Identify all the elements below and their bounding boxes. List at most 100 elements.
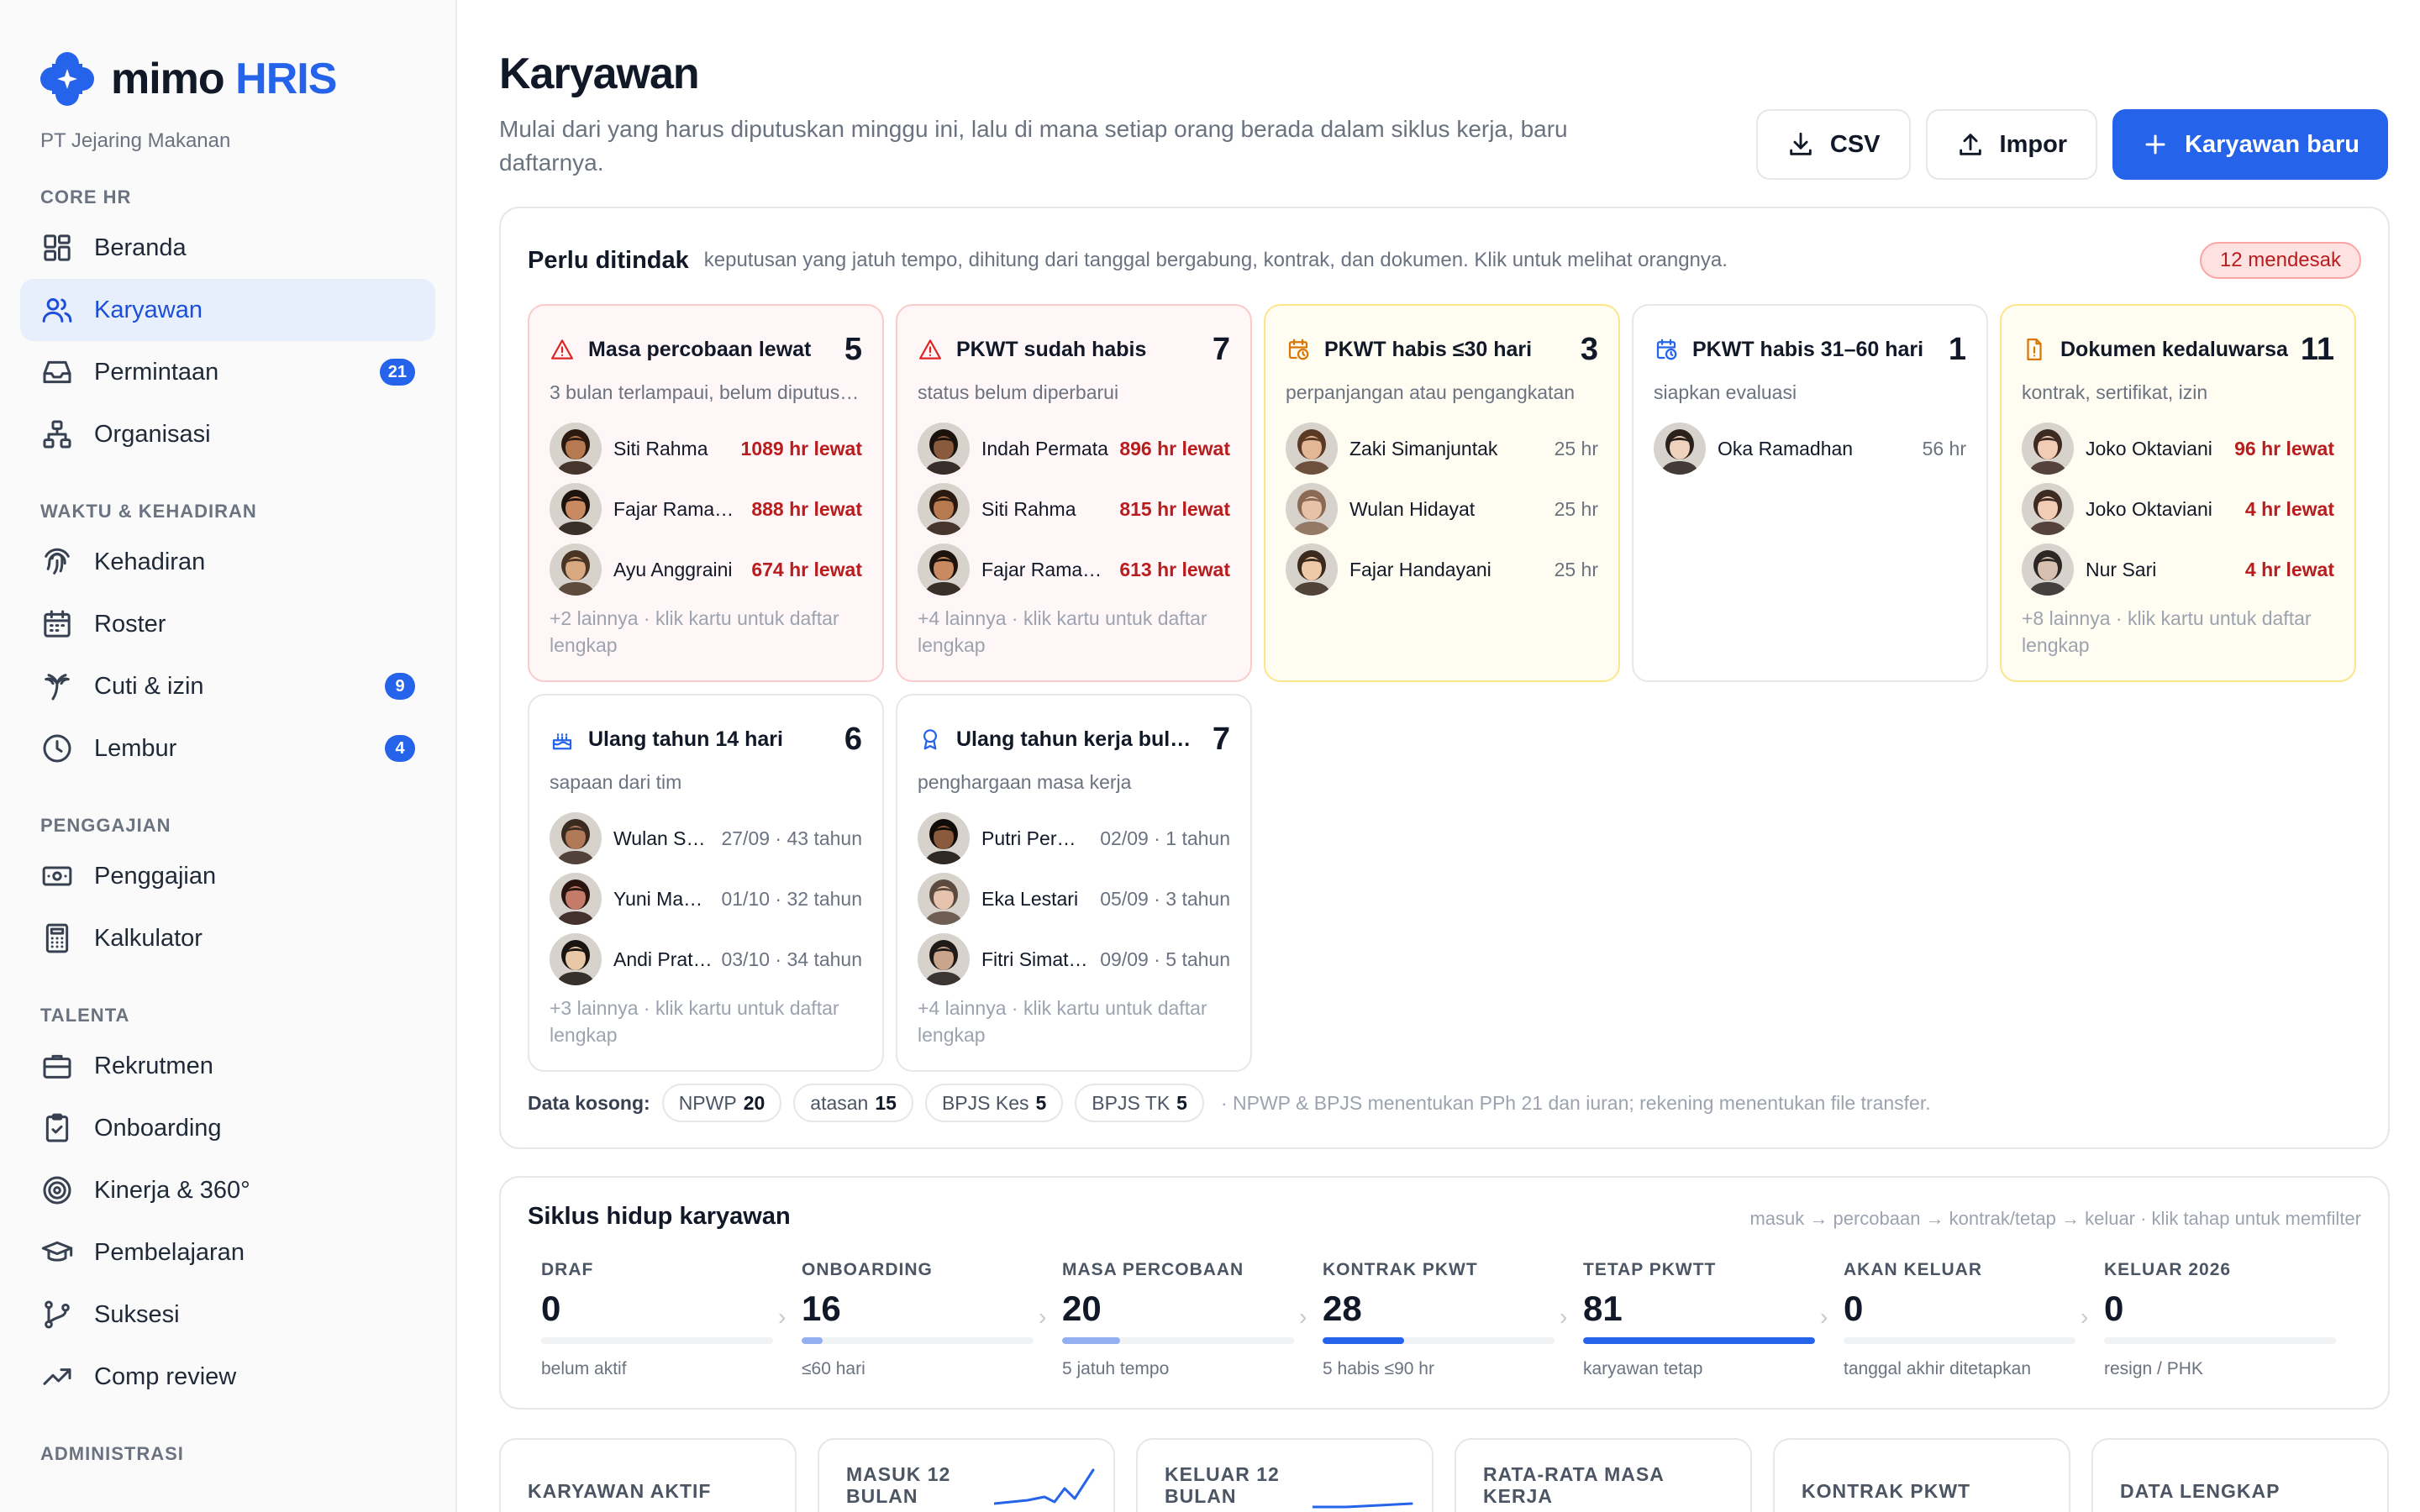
missing-data-chip[interactable]: atasan 15 (793, 1084, 913, 1122)
person-row[interactable]: Siti Rahma 815 hr lewat (918, 479, 1230, 539)
person-row[interactable]: Zaki Simanjuntak 25 hr (1286, 418, 1598, 479)
missing-data-chip[interactable]: BPJS Kes 5 (924, 1084, 1064, 1122)
person-row[interactable]: Nur Sari 4 hr lewat (2022, 539, 2334, 600)
sidebar-item-onboarding[interactable]: Onboarding (20, 1097, 435, 1159)
person-row[interactable]: Andi Pratama 03/10 · 34 tahun (550, 929, 862, 990)
person-row[interactable]: Putri Permata 02/09 · 1 tahun (918, 808, 1230, 869)
award-icon (918, 727, 943, 752)
sidebar-section-title: TALENTA (40, 1005, 130, 1026)
kpi-card[interactable]: KARYAWAN AKTIF (499, 1438, 797, 1512)
missing-data-chip[interactable]: BPJS TK 5 (1075, 1084, 1204, 1122)
person-list: Wulan Setiawan 27/09 · 43 tahun Yuni Mah… (550, 808, 862, 990)
sidebar-item-beranda[interactable]: Beranda (20, 217, 435, 279)
sidebar-item-kalkulator[interactable]: Kalkulator (20, 907, 435, 969)
person-row[interactable]: Indah Permata 896 hr lewat (918, 418, 1230, 479)
action-card[interactable]: Masa percobaan lewat 5 3 bulan terlampau… (528, 304, 884, 682)
action-card[interactable]: PKWT habis 31–60 hari 1 siapkan evaluasi… (1632, 304, 1988, 682)
lifecycle-stage[interactable]: AKAN KELUAR 0 tanggal akhir ditetapkan (1844, 1260, 2075, 1379)
sidebar-item-comp-review[interactable]: Comp review (20, 1346, 435, 1408)
person-name: Siti Rahma (613, 437, 708, 459)
sidebar-item-karyawan[interactable]: Karyawan (20, 279, 435, 341)
person-row[interactable]: Ayu Anggraini 674 hr lewat (550, 539, 862, 600)
lifecycle-stage[interactable]: TETAP PKWTT 81 karyawan tetap (1583, 1260, 1815, 1379)
sidebar-item-label: Karyawan (94, 296, 203, 323)
import-button[interactable]: Impor (1925, 109, 2098, 180)
missing-data-chip[interactable]: NPWP 20 (661, 1084, 782, 1122)
sidebar-item-permintaan[interactable]: Permintaan 21 (20, 341, 435, 403)
person-row[interactable]: Wulan Hidayat 25 hr (1286, 479, 1598, 539)
person-row[interactable]: Joko Oktaviani 4 hr lewat (2022, 479, 2334, 539)
download-icon (1790, 132, 1812, 155)
person-meta: 1089 hr lewat (740, 437, 862, 459)
sidebar-item-lembur[interactable]: Lembur 4 (20, 717, 435, 780)
action-card-count: 5 (844, 331, 862, 367)
person-row[interactable]: Fajar Ramadhan 888 hr lewat (550, 479, 862, 539)
new-employee-button[interactable]: Karyawan baru (2112, 109, 2388, 180)
action-card[interactable]: Dokumen kedaluwarsa 11 kontrak, sertifik… (2000, 304, 2356, 682)
sidebar-item-penggajian[interactable]: Penggajian (20, 845, 435, 907)
kpi-card[interactable]: RATA-RATA MASA KERJA (1455, 1438, 1752, 1512)
action-card[interactable]: Ulang tahun 14 hari 6 sapaan dari tim Wu… (528, 694, 884, 1072)
action-card-count: 11 (2300, 331, 2334, 367)
kpi-card[interactable]: DATA LENGKAP (2091, 1438, 2389, 1512)
sidebar-item-suksesi[interactable]: Suksesi (20, 1284, 435, 1346)
person-meta: 4 hr lewat (2244, 497, 2334, 520)
lifecycle-stage[interactable]: MASA PERCOBAAN 20 5 jatuh tempo (1062, 1260, 1294, 1379)
csv-button[interactable]: CSV (1755, 109, 1911, 180)
kpi-label: RATA-RATA MASA KERJA (1483, 1463, 1664, 1507)
avatar (918, 933, 970, 985)
person-row[interactable]: Wulan Setiawan 27/09 · 43 tahun (550, 808, 862, 869)
chip-label: BPJS Kes (941, 1091, 1029, 1114)
lifecycle-stage[interactable]: KONTRAK PKWT 28 5 habis ≤90 hr (1323, 1260, 1555, 1379)
file-alert-icon (2022, 337, 2047, 362)
sidebar-item-rekrutmen[interactable]: Rekrutmen (20, 1035, 435, 1097)
lifecycle-stage[interactable]: DRAF 0 belum aktif (541, 1260, 773, 1379)
stage-value: 16 (802, 1289, 841, 1328)
urgent-badge[interactable]: 12 mendesak (2199, 242, 2361, 279)
brand[interactable]: mimo HRIS (20, 47, 435, 111)
kpi-label: MASUK 12 BULAN (846, 1463, 951, 1507)
action-card[interactable]: PKWT sudah habis 7 status belum diperbar… (896, 304, 1252, 682)
sidebar-item-roster[interactable]: Roster (20, 593, 435, 655)
person-list: Indah Permata 896 hr lewat Siti Rahma 81… (918, 418, 1230, 600)
stage-name: KELUAR 2026 (2104, 1260, 2232, 1279)
avatar (550, 543, 602, 596)
missing-data-label: Data kosong: (528, 1091, 650, 1114)
lifecycle-panel: Siklus hidup karyawan masuk → percobaan … (499, 1176, 2390, 1410)
kpi-card[interactable]: KONTRAK PKWT (1773, 1438, 2070, 1512)
action-card-header: PKWT sudah habis 7 (918, 332, 1230, 367)
lifecycle-stage[interactable]: KELUAR 2026 0 resign / PHK (2104, 1260, 2336, 1379)
person-meta: 613 hr lewat (1119, 558, 1230, 580)
kpi-label: DATA LENGKAP (2120, 1480, 2281, 1502)
action-card[interactable]: Ulang tahun kerja bulan ini 7 penghargaa… (896, 694, 1252, 1072)
action-card-title: Masa percobaan lewat (588, 337, 812, 361)
action-card[interactable]: PKWT habis ≤30 hari 3 perpanjangan atau … (1264, 304, 1620, 682)
sidebar-item-label: Kalkulator (94, 924, 203, 952)
stage-note: belum aktif (541, 1359, 627, 1378)
kpi-label: KELUAR 12 BULAN (1165, 1463, 1280, 1507)
person-row[interactable]: Fitri Simatupang 09/09 · 5 tahun (918, 929, 1230, 990)
sidebar-item-label: Penggajian (94, 862, 217, 890)
person-row[interactable]: Siti Rahma 1089 hr lewat (550, 418, 862, 479)
person-row[interactable]: Oka Ramadhan 56 hr (1654, 418, 1966, 479)
action-card-count: 7 (1212, 721, 1230, 757)
person-row[interactable]: Eka Lestari 05/09 · 3 tahun (918, 869, 1230, 929)
kpi-card[interactable]: KELUAR 12 BULAN (1136, 1438, 1434, 1512)
chip-count: 15 (875, 1091, 897, 1114)
lifecycle-stage[interactable]: ONBOARDING 16 ≤60 hari (802, 1260, 1034, 1379)
stage-bar (541, 1337, 773, 1344)
sidebar-item-cuti-izin[interactable]: Cuti & izin 9 (20, 655, 435, 717)
person-name: Wulan Hidayat (1349, 497, 1476, 520)
sidebar-item-kehadiran[interactable]: Kehadiran (20, 531, 435, 593)
lifecycle-hint: masuk → percobaan → kontrak/tetap → kelu… (1749, 1208, 2361, 1229)
avatar (1654, 423, 1706, 475)
sidebar-item-pembelajaran[interactable]: Pembelajaran (20, 1221, 435, 1284)
person-row[interactable]: Joko Oktaviani 96 hr lewat (2022, 418, 2334, 479)
person-row[interactable]: Fajar Handayani 25 hr (1286, 539, 1598, 600)
sidebar-item-kinerja-360[interactable]: Kinerja & 360° (20, 1159, 435, 1221)
person-row[interactable]: Fajar Ramadhan 613 hr lewat (918, 539, 1230, 600)
sidebar-item-organisasi[interactable]: Organisasi (20, 403, 435, 465)
person-row[interactable]: Yuni Maharani 01/10 · 32 tahun (550, 869, 862, 929)
kpi-card[interactable]: MASUK 12 BULAN (818, 1438, 1115, 1512)
avatar (2022, 423, 2074, 475)
